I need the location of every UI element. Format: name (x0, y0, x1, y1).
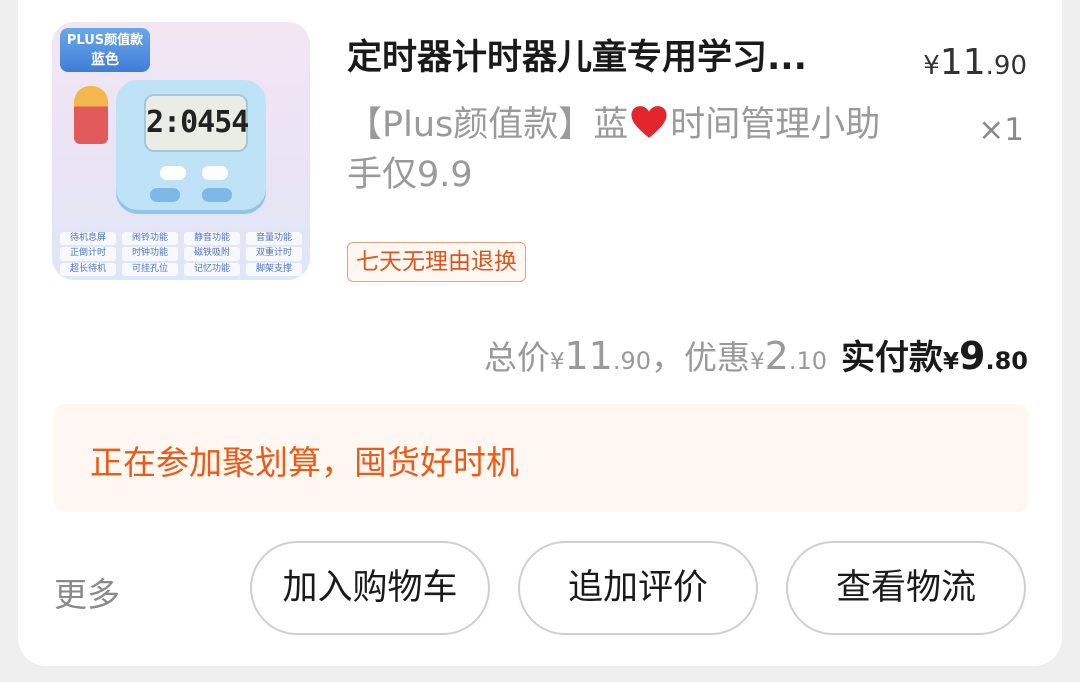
discount-currency: ¥ (750, 349, 765, 375)
order-summary: 总价¥11.90，优惠¥2.10 实付款¥9.80 (484, 330, 1028, 379)
feature-label: 正倒计时 (60, 247, 116, 261)
total-label: 总价 (483, 338, 550, 377)
paid-integer: 9 (959, 334, 986, 378)
feature-grid: 待机息屏 闹铃功能 静音功能 音量功能 正倒计时 时钟功能 磁铁吸附 双重计时 … (60, 232, 302, 276)
paid-label: 实付款 (841, 338, 944, 378)
feature-label: 闹铃功能 (122, 232, 178, 246)
price-integer: 11 (939, 42, 986, 83)
return-policy-tag: 七天无理由退换 (347, 242, 526, 282)
cartoon-figure-icon (74, 86, 108, 144)
discount-decimal: .10 (788, 347, 828, 375)
badge-line2: 蓝色 (91, 52, 119, 68)
feature-label: 静音功能 (184, 232, 240, 246)
summary-separator: ， (651, 338, 685, 377)
timer-button (202, 188, 232, 202)
more-button[interactable]: 更多 (54, 568, 120, 616)
quantity: ×1 (978, 112, 1024, 148)
timer-display: 2:0454 (144, 94, 249, 152)
feature-label: 待机息屏 (60, 232, 116, 246)
promo-text: 正在参加聚划算，囤货好时机 (90, 443, 519, 482)
timer-device-illustration: 2:0454 (116, 80, 266, 210)
feature-label: 磁铁吸附 (184, 247, 240, 261)
product-title[interactable]: 定时器计时器儿童专用学习... (347, 36, 867, 80)
add-review-button[interactable]: 追加评价 (518, 541, 758, 635)
feature-label: 双重计时 (246, 247, 302, 261)
timer-button (160, 166, 186, 180)
unit-price: ¥11.90 (923, 42, 1027, 83)
add-to-cart-button[interactable]: 加入购物车 (250, 541, 490, 635)
timer-button (202, 166, 228, 180)
total-decimal: .90 (612, 347, 652, 375)
feature-label: 时钟功能 (122, 247, 178, 261)
product-spec: 【Plus颜值款】蓝 时间管理小助手仅9.9 (347, 100, 887, 200)
promo-banner[interactable]: 正在参加聚划算，囤货好时机 (54, 404, 1028, 512)
discount-label: 优惠 (684, 338, 751, 377)
view-logistics-button[interactable]: 查看物流 (786, 541, 1026, 635)
total-integer: 11 (564, 334, 613, 378)
feature-label: 脚架支撑 (246, 262, 302, 276)
plus-badge: PLUS颜值款 蓝色 (60, 28, 150, 72)
paid-decimal: .80 (985, 347, 1028, 375)
timer-button (150, 188, 180, 202)
product-thumbnail[interactable]: PLUS颜值款 蓝色 2:0454 待机息屏 闹铃功能 静音功能 音量功能 正倒… (52, 22, 310, 280)
paid-currency: ¥ (943, 349, 960, 375)
discount-integer: 2 (764, 334, 789, 378)
feature-label: 音量功能 (246, 232, 302, 246)
heart-icon (631, 106, 667, 138)
feature-label: 可挂孔位 (122, 262, 178, 276)
feature-label: 记忆功能 (184, 262, 240, 276)
badge-line1: PLUS颜值款 (66, 33, 144, 48)
spec-text-part1: 【Plus颜值款】蓝 (347, 105, 629, 145)
price-decimal: .90 (985, 51, 1027, 81)
price-currency: ¥ (923, 51, 940, 81)
total-currency: ¥ (549, 349, 565, 375)
feature-label: 超长待机 (60, 262, 116, 276)
